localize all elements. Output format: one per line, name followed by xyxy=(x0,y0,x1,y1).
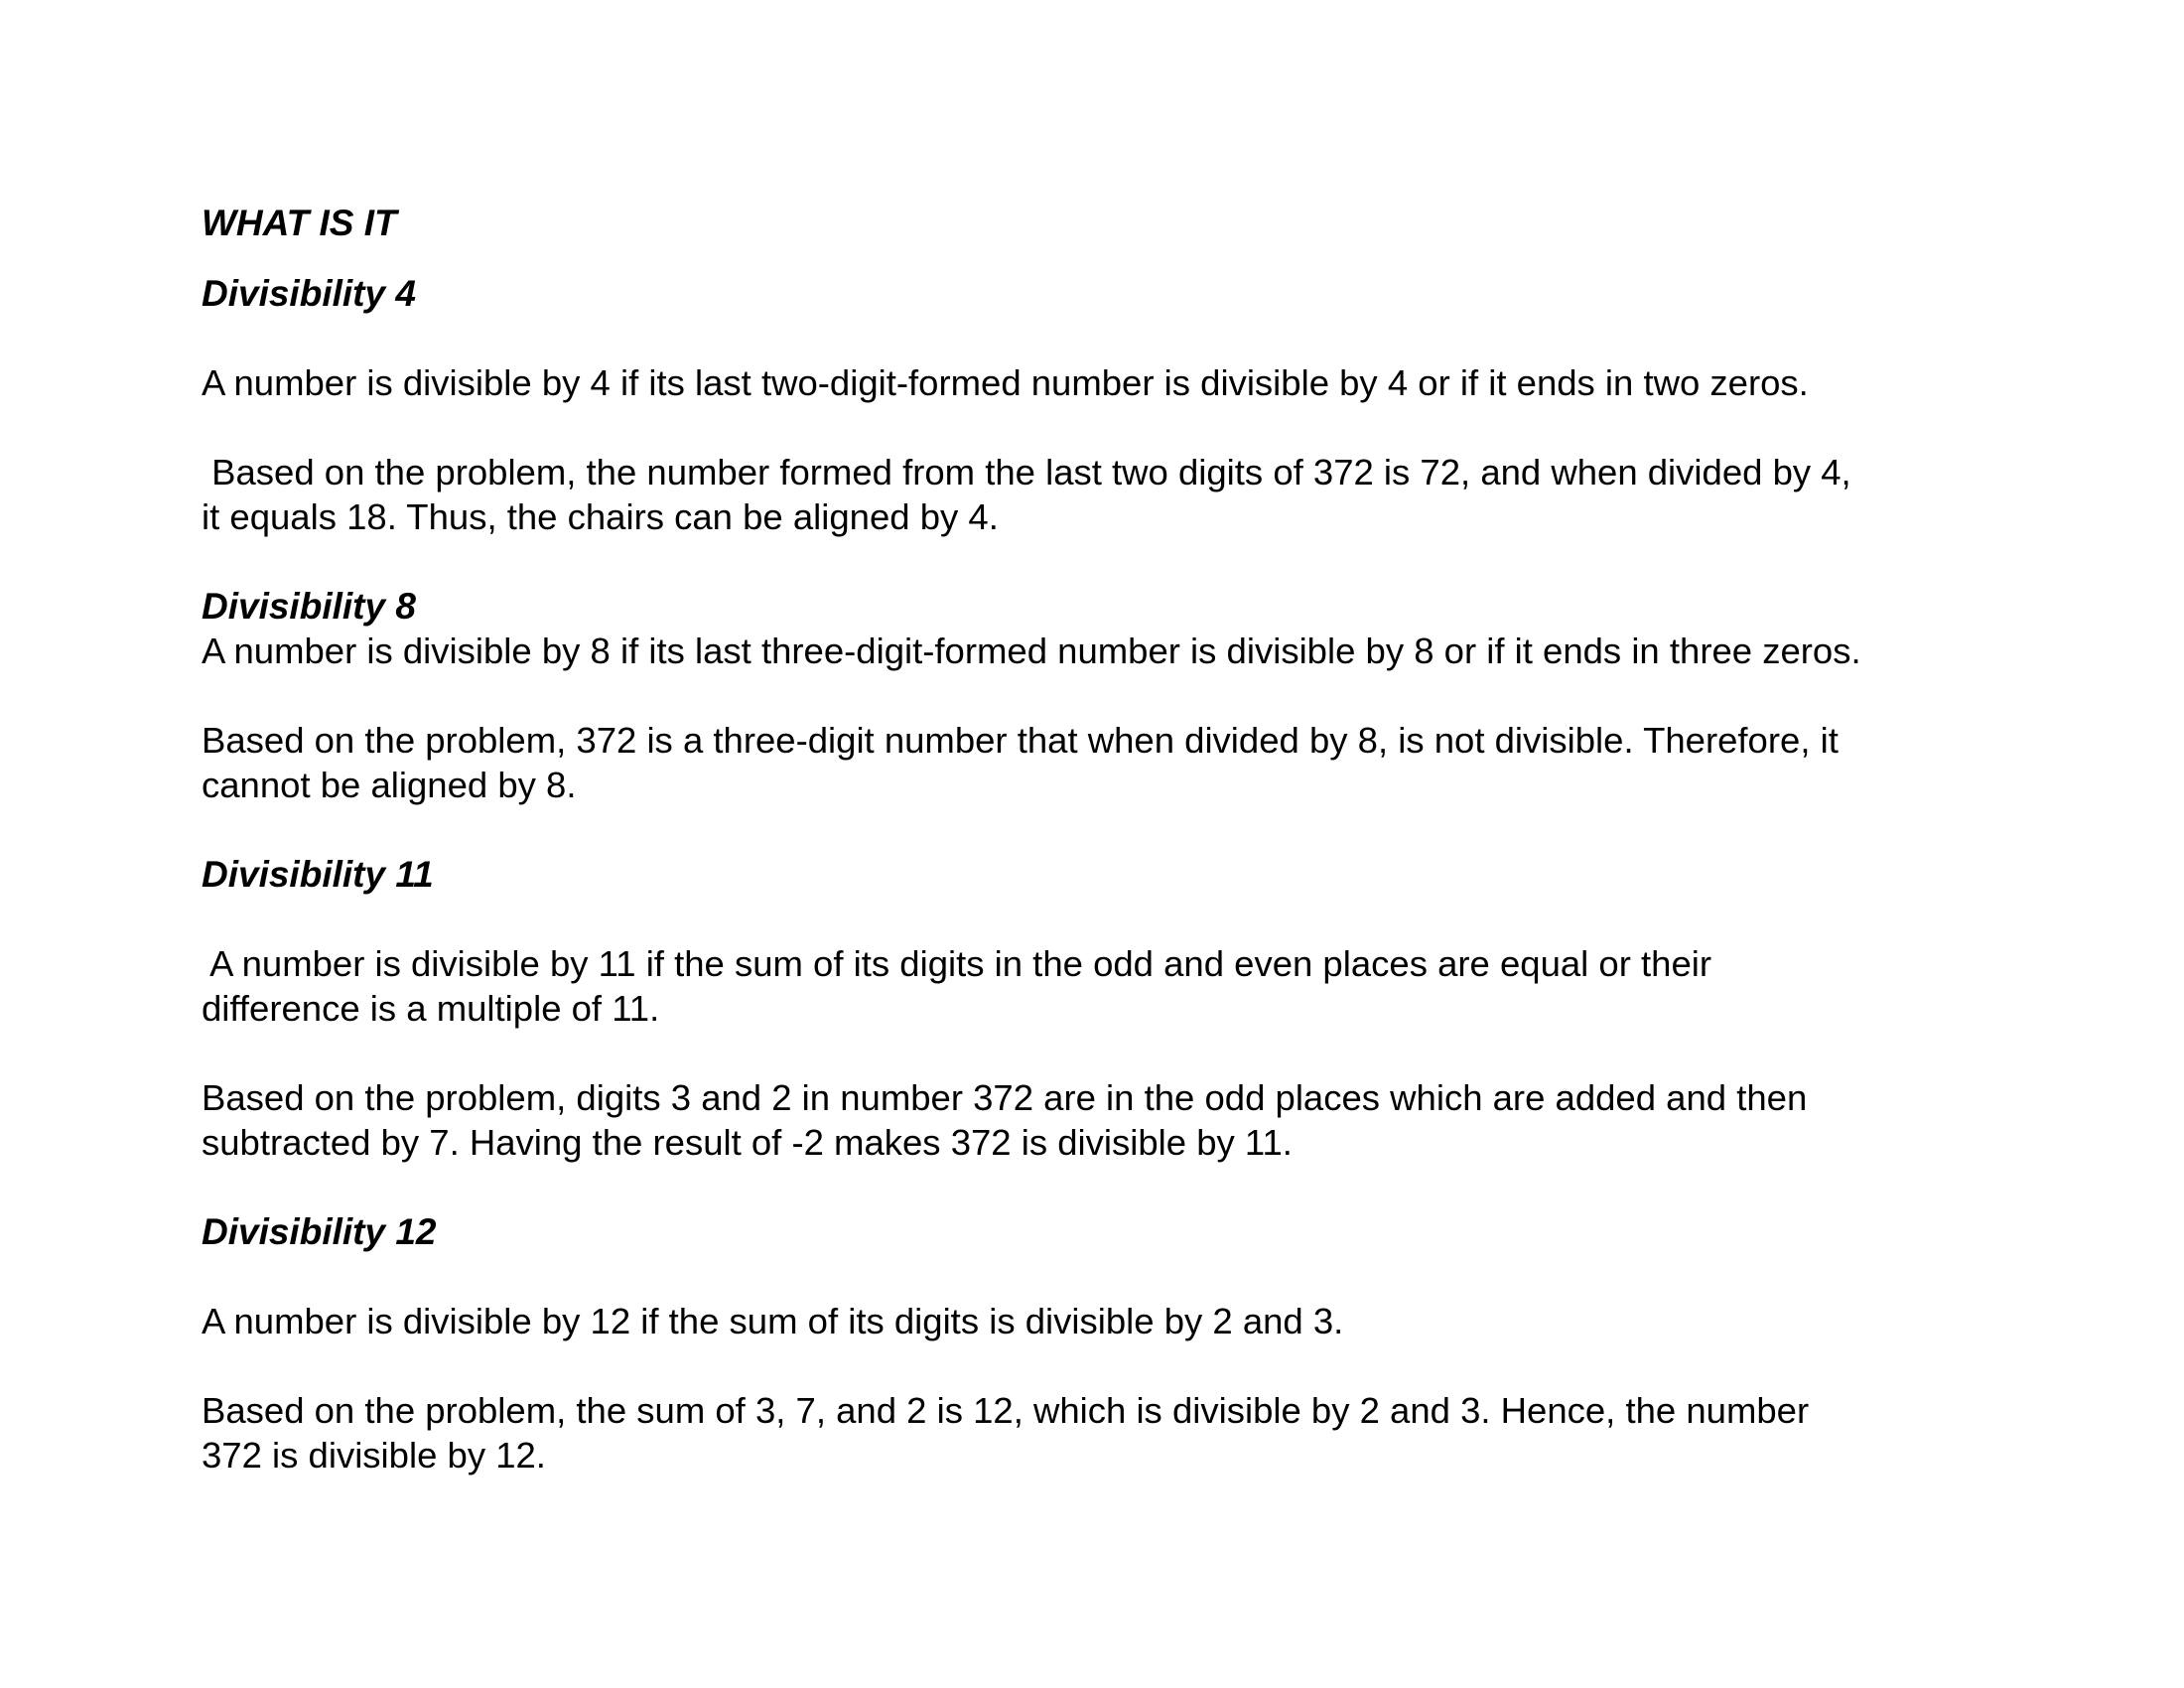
section-heading-divisibility-11: Divisibility 11 xyxy=(202,854,434,895)
explanation-divisibility-11-line-1: Based on the problem, digits 3 and 2 in … xyxy=(202,1077,1808,1118)
document-page: WHAT IS IT Divisibility 4 A number is di… xyxy=(0,0,2184,1688)
rule-divisibility-11-line-1: A number is divisible by 11 if the sum o… xyxy=(202,943,1712,984)
rule-divisibility-12: A number is divisible by 12 if the sum o… xyxy=(202,1301,1344,1341)
section-heading-divisibility-8: Divisibility 8 xyxy=(202,586,416,627)
section-heading-divisibility-4: Divisibility 4 xyxy=(202,273,416,314)
explanation-divisibility-4-line-1: Based on the problem, the number formed … xyxy=(202,452,1851,492)
explanation-divisibility-4-line-2: it equals 18. Thus, the chairs can be al… xyxy=(202,496,999,537)
document-title: WHAT IS IT xyxy=(202,203,397,243)
explanation-divisibility-8-line-2: cannot be aligned by 8. xyxy=(202,765,577,805)
rule-divisibility-8: A number is divisible by 8 if its last t… xyxy=(202,631,1861,671)
section-heading-divisibility-12: Divisibility 12 xyxy=(202,1211,437,1252)
explanation-divisibility-11-line-2: subtracted by 7. Having the result of -2… xyxy=(202,1122,1293,1163)
explanation-divisibility-12-line-2: 372 is divisible by 12. xyxy=(202,1435,546,1476)
explanation-divisibility-12-line-1: Based on the problem, the sum of 3, 7, a… xyxy=(202,1390,1810,1431)
rule-divisibility-4: A number is divisible by 4 if its last t… xyxy=(202,362,1809,403)
explanation-divisibility-8-line-1: Based on the problem, 372 is a three-dig… xyxy=(202,720,1839,761)
rule-divisibility-11-line-2: difference is a multiple of 11. xyxy=(202,988,660,1029)
